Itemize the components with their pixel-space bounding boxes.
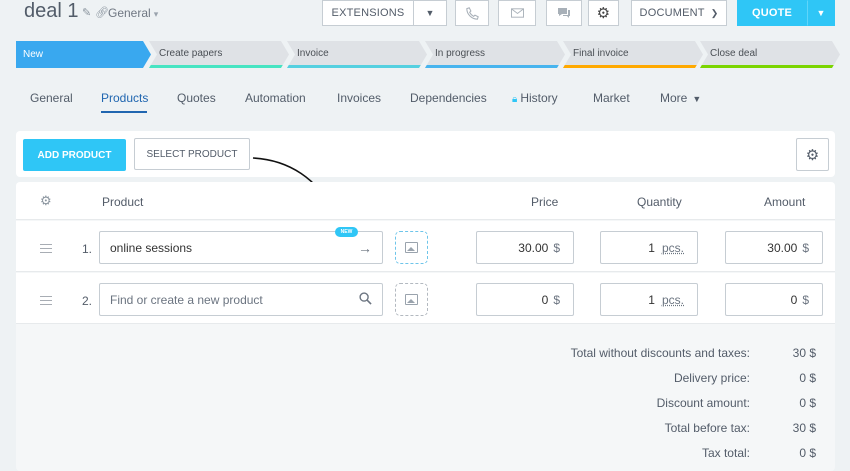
email-button[interactable] [498,0,536,26]
tab-products[interactable]: Products [101,91,148,105]
total-before-tax-value: 30 $ [792,421,816,435]
new-badge: NEW [335,227,358,237]
product-search-placeholder: Find or create a new product [110,292,263,307]
discount-amount-value: 0 $ [799,396,816,410]
image-icon [405,242,418,253]
product-search-input[interactable]: Find or create a new product [99,283,383,316]
tab-history[interactable]: 🔒︎ History [512,91,558,105]
quantity-input[interactable]: 1 pcs. [600,283,698,316]
quantity-value: 1 [648,240,655,255]
quote-button[interactable]: QUOTE [737,0,807,26]
settings-button[interactable]: ⚙ [588,0,619,26]
unit-selector[interactable]: pcs. [662,293,684,307]
total-without-discounts-value: 30 $ [792,346,816,360]
document-button[interactable]: DOCUMENT ❯ [631,0,727,26]
price-input[interactable]: 0 $ [476,283,574,316]
amount-input[interactable]: 0 $ [725,283,823,316]
select-product-button[interactable]: SELECT PRODUCT [134,138,250,170]
gear-icon: ⚙ [596,5,611,22]
deal-title: deal 1 [24,0,79,22]
pipeline-label: General [108,6,151,20]
row-number: 1. [82,242,93,256]
quantity-input[interactable]: 1 pcs. [600,231,698,264]
chevron-down-icon: ❯ [710,7,719,18]
amount-value: 30.00 [767,240,798,255]
document-label: DOCUMENT [639,7,705,19]
active-tab-indicator [101,111,147,113]
quantity-value: 1 [648,292,655,307]
stage-final-invoice[interactable]: Final invoice [563,41,703,68]
chat-button[interactable] [546,0,582,26]
currency-label: $ [553,292,560,307]
amount-value: 0 [790,292,798,307]
chevron-down-icon: ▾ [153,9,159,19]
lock-icon: 🔒︎ [512,94,518,105]
search-icon[interactable] [359,292,372,308]
product-name-value: online sessions [110,240,193,255]
chat-icon [558,8,570,18]
pipeline-selector[interactable]: General ▾ [108,6,158,20]
extensions-dropdown-button[interactable]: ▼ [413,0,447,26]
tab-more[interactable]: More ▼ [660,91,701,105]
tab-market[interactable]: Market [593,91,630,105]
drag-handle-icon[interactable] [40,244,52,253]
price-value: 0 [541,292,549,307]
total-without-discounts-label: Total without discounts and taxes: [570,346,750,360]
column-settings-icon[interactable]: ⚙ [40,193,52,209]
stage-create-papers[interactable]: Create papers [149,41,289,68]
tab-dependencies[interactable]: Dependencies [410,91,487,105]
link-icon[interactable]: 🔗︎ [95,6,109,19]
stage-close-deal[interactable]: Close deal [700,41,840,68]
delivery-price-label: Delivery price: [673,371,750,385]
image-icon [405,294,418,305]
product-image-upload[interactable] [395,283,428,316]
column-product: Product [102,195,144,209]
tax-total-label: Tax total: [701,446,750,460]
column-quantity: Quantity [637,195,682,209]
tab-history-label: History [520,91,558,105]
product-image-upload[interactable] [395,231,428,264]
discount-amount-label: Discount amount: [656,396,750,410]
column-price: Price [531,195,559,209]
arrow-right-icon[interactable]: → [358,240,372,256]
amount-input[interactable]: 30.00 $ [725,231,823,264]
price-input[interactable]: 30.00 $ [476,231,574,264]
tab-automation[interactable]: Automation [245,91,306,105]
tab-more-label: More [660,91,688,105]
unit-selector[interactable]: pcs. [662,241,684,255]
currency-label: $ [802,240,809,255]
currency-label: $ [802,292,809,307]
delivery-price-value: 0 $ [799,371,816,385]
tab-invoices[interactable]: Invoices [337,91,381,105]
tax-total-value: 0 $ [799,446,816,460]
column-amount: Amount [764,195,806,209]
stage-invoice[interactable]: Invoice [287,41,427,68]
mail-icon [510,8,524,18]
drag-handle-icon[interactable] [40,296,52,305]
stage-in-progress[interactable]: In progress [425,41,565,68]
currency-label: $ [553,240,560,255]
tab-general[interactable]: General [30,91,73,105]
caret-down-icon: ▼ [816,8,826,18]
product-settings-button[interactable]: ⚙ [796,138,829,171]
gear-icon: ⚙ [805,146,820,164]
total-before-tax-label: Total before tax: [664,421,750,435]
call-button[interactable] [455,0,489,26]
row-number: 2. [82,294,93,308]
add-product-button[interactable]: ADD PRODUCT [23,139,126,171]
phone-icon [465,6,479,20]
price-value: 30.00 [518,240,549,255]
quote-dropdown-button[interactable]: ▼ [807,0,835,26]
extensions-button[interactable]: EXTENSIONS [322,0,413,26]
edit-title-icon[interactable]: ✎ [82,6,93,19]
stage-new[interactable]: New [16,41,151,68]
tab-quotes[interactable]: Quotes [177,91,216,105]
caret-down-icon: ▼ [425,8,435,18]
chevron-down-icon: ▼ [692,94,702,104]
